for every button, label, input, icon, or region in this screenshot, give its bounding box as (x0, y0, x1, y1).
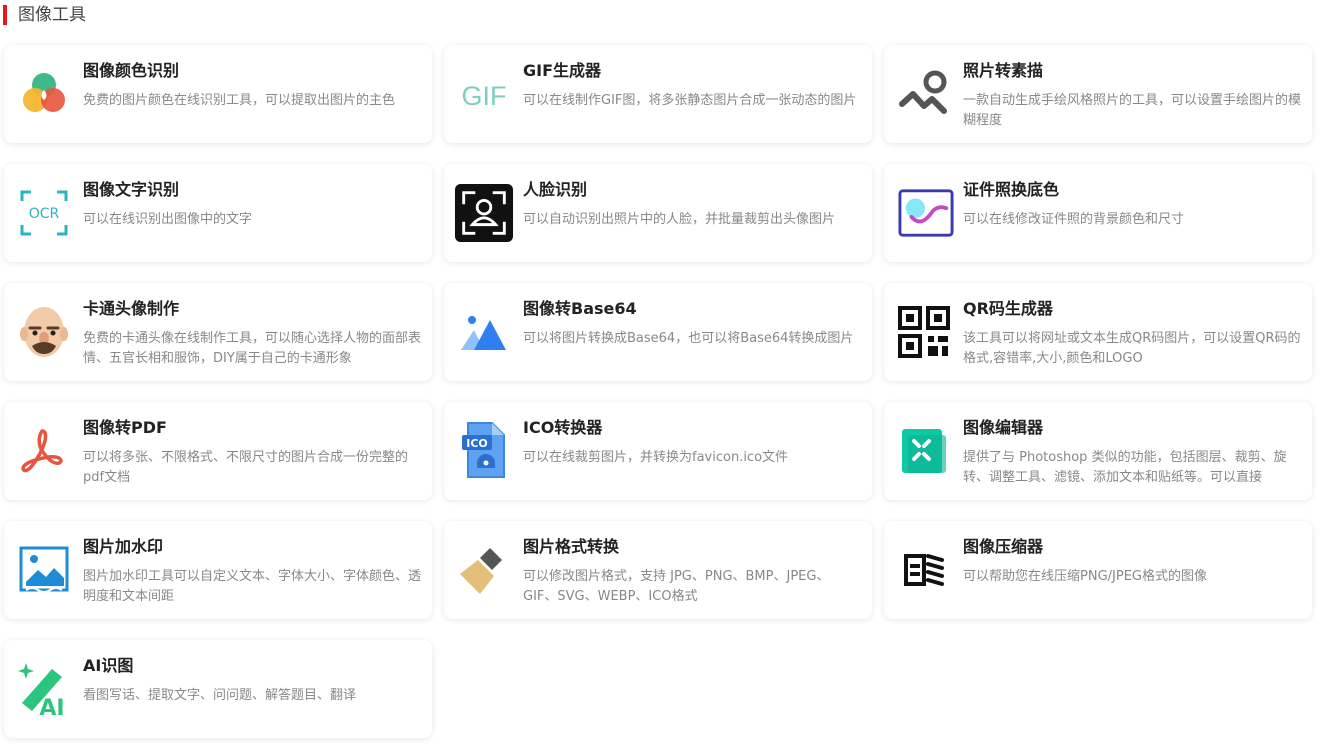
tool-card-qr-generator[interactable]: QR码生成器 该工具可以将网址或文本生成QR码图片，可以设置QR码的格式,容错率… (884, 283, 1312, 381)
tool-title: 图像文字识别 (83, 180, 180, 199)
tool-card-face-recognition[interactable]: 人脸识别 可以自动识别出照片中的人脸，并批量裁剪出头像图片 (444, 164, 872, 262)
tool-description: 一款自动生成手绘风格照片的工具，可以设置手绘图片的模糊程度 (963, 93, 1302, 128)
tool-card-ocr[interactable]: OCR 图像文字识别 可以在线识别出图像中的文字 (4, 164, 432, 262)
ai-magic-icon: AI (18, 663, 70, 719)
svg-text:ICO: ICO (466, 437, 488, 450)
tool-card-color-recognition[interactable]: 图像颜色识别 免费的图片颜色在线识别工具，可以提取出图片的主色 (4, 45, 432, 143)
svg-text:AI: AI (39, 696, 64, 719)
tool-description: 可以将图片转换成Base64，也可以将Base64转换成图片 (523, 331, 854, 346)
color-picker-icon (18, 68, 70, 120)
tool-title: 照片转素描 (963, 61, 1044, 80)
tool-card-image-editor[interactable]: 图像编辑器 提供了与 Photoshop 类似的功能，包括图层、裁剪、旋转、调整… (884, 402, 1312, 500)
id-photo-icon (898, 187, 954, 239)
tool-card-gif-generator[interactable]: GIF GIF生成器 可以在线制作GIF图，将多张静态图片合成一张动态的图片 (444, 45, 872, 143)
tool-description: 可以在线识别出图像中的文字 (83, 212, 253, 227)
tool-card-image-to-base64[interactable]: 图像转Base64 可以将图片转换成Base64，也可以将Base64转换成图片 (444, 283, 872, 381)
tool-description: 图片加水印工具可以自定义文本、字体大小、字体颜色、透明度和文本间距 (83, 569, 422, 604)
svg-text:GIF: GIF (462, 81, 507, 111)
tool-title: 图像压缩器 (963, 537, 1044, 556)
tool-description: 可以在线修改证件照的背景颜色和尺寸 (963, 212, 1185, 227)
tool-title: 卡通头像制作 (83, 299, 180, 318)
tool-card-format-conversion[interactable]: 图片格式转换 可以修改图片格式，支持 JPG、PNG、BMP、JPEG、GIF、… (444, 521, 872, 619)
tool-description: 可以帮助您在线压缩PNG/JPEG格式的图像 (963, 569, 1207, 584)
tool-title: 证件照换底色 (963, 180, 1060, 199)
tool-card-photo-to-sketch[interactable]: 照片转素描 一款自动生成手绘风格照片的工具，可以设置手绘图片的模糊程度 (884, 45, 1312, 143)
tool-card-watermark[interactable]: 图片加水印 图片加水印工具可以自定义文本、字体大小、字体颜色、透明度和文本间距 (4, 521, 432, 619)
tool-title: ICO转换器 (523, 418, 603, 437)
tool-description: 可以自动识别出照片中的人脸，并批量裁剪出头像图片 (523, 212, 836, 227)
section-title: 图像工具 (18, 5, 86, 25)
tool-title: AI识图 (83, 656, 134, 675)
tool-description: 看图写话、提取文字、问问题、解答题目、翻译 (83, 688, 357, 703)
tool-title: 图像颜色识别 (83, 61, 180, 80)
tool-description: 提供了与 Photoshop 类似的功能，包括图层、裁剪、旋转、调整工具、滤镜、… (963, 450, 1287, 485)
tool-title: 图像转PDF (83, 418, 167, 437)
pdf-icon (18, 425, 70, 477)
tool-card-ai-image-recognition[interactable]: AI AI识图 看图写话、提取文字、问问题、解答题目、翻译 (4, 640, 432, 738)
gif-icon: GIF (458, 68, 510, 120)
compress-icon (898, 544, 950, 596)
tool-card-image-to-pdf[interactable]: 图像转PDF 可以将多张、不限格式、不限尺寸的图片合成一份完整的pdf文档 (4, 402, 432, 500)
cartoon-face-icon (18, 306, 70, 358)
ico-file-icon: ICO (458, 422, 510, 478)
tool-description: 免费的图片颜色在线识别工具，可以提取出图片的主色 (83, 93, 396, 108)
tool-description: 可以修改图片格式，支持 JPG、PNG、BMP、JPEG、GIF、SVG、WEB… (523, 569, 830, 604)
image-mountain-icon (458, 306, 510, 358)
tool-card-ico-converter[interactable]: ICO ICO转换器 可以在线裁剪图片，并转换为favicon.ico文件 (444, 402, 872, 500)
tool-title: 图片加水印 (83, 537, 164, 556)
tool-card-cartoon-avatar[interactable]: 卡通头像制作 免费的卡通头像在线制作工具，可以随心选择人物的面部表情、五官长相和… (4, 283, 432, 381)
face-scan-icon (454, 183, 514, 243)
tool-description: 该工具可以将网址或文本生成QR码图片，可以设置QR码的格式,容错率,大小,颜色和… (963, 331, 1301, 366)
sketch-icon (898, 68, 950, 120)
watermark-icon (18, 544, 70, 596)
tool-description: 可以将多张、不限格式、不限尺寸的图片合成一份完整的pdf文档 (83, 450, 409, 485)
tool-title: 图片格式转换 (523, 537, 620, 556)
tool-title: 人脸识别 (523, 180, 588, 199)
section-accent-bar (3, 5, 7, 25)
tool-title: 图像转Base64 (523, 299, 637, 318)
tool-card-id-photo-background[interactable]: 证件照换底色 可以在线修改证件照的背景颜色和尺寸 (884, 164, 1312, 262)
brush-icon (458, 544, 510, 596)
ocr-icon: OCR (18, 187, 70, 239)
image-editor-icon (898, 425, 950, 477)
tool-description: 可以在线裁剪图片，并转换为favicon.ico文件 (523, 450, 789, 465)
tool-card-image-compressor[interactable]: 图像压缩器 可以帮助您在线压缩PNG/JPEG格式的图像 (884, 521, 1312, 619)
svg-text:OCR: OCR (29, 206, 60, 222)
tool-title: QR码生成器 (963, 299, 1053, 318)
section-header: 图像工具 (0, 0, 1335, 30)
tool-title: GIF生成器 (523, 61, 602, 80)
tool-description: 可以在线制作GIF图，将多张静态图片合成一张动态的图片 (523, 93, 857, 108)
tool-title: 图像编辑器 (963, 418, 1044, 437)
tool-description: 免费的卡通头像在线制作工具，可以随心选择人物的面部表情、五官长相和服饰，DIY属… (83, 331, 422, 366)
qr-code-icon (898, 306, 950, 358)
